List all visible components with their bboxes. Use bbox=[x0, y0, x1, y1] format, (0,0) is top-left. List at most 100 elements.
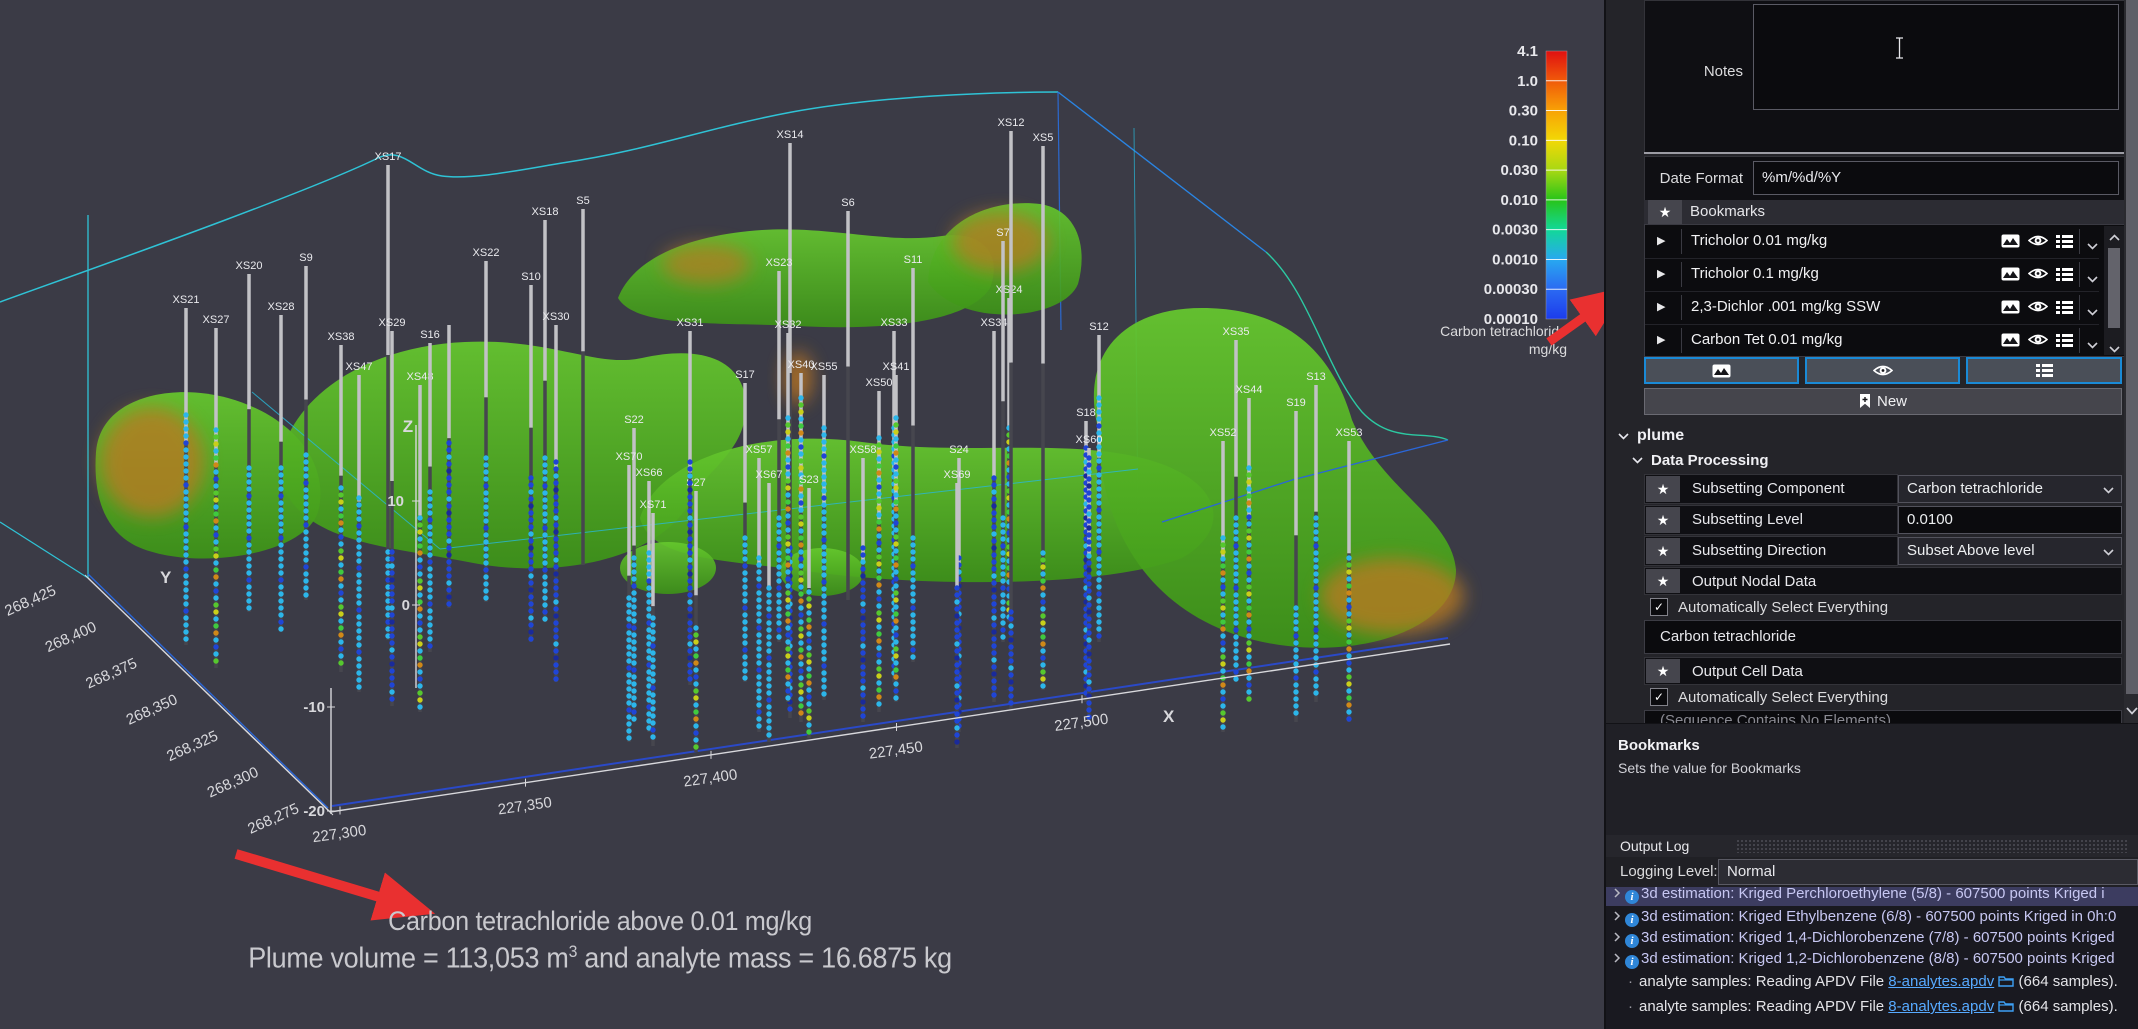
log-entry[interactable]: ·analyte samples: Reading APDV File 8-an… bbox=[1606, 994, 2138, 1019]
svg-text:S18: S18 bbox=[1076, 407, 1096, 419]
svg-text:XS67: XS67 bbox=[756, 469, 783, 481]
svg-text:XS14: XS14 bbox=[777, 129, 804, 141]
svg-text:S9: S9 bbox=[299, 252, 312, 264]
svg-text:0: 0 bbox=[402, 597, 410, 614]
panel-scrollbar-thumb[interactable] bbox=[2126, 0, 2138, 694]
application-window: XS21XS27XS20XS28S9XS38XS47XS17XS29XS48S1… bbox=[0, 0, 2138, 1029]
svg-text:-10: -10 bbox=[303, 699, 325, 716]
svg-text:-20: -20 bbox=[303, 803, 325, 820]
eye-icon[interactable] bbox=[2028, 234, 2048, 252]
scroll-up-icon[interactable] bbox=[2108, 228, 2120, 246]
log-entry[interactable]: i3d estimation: Kriged 1,4-Dichlorobenze… bbox=[1606, 927, 2138, 948]
svg-text:S24: S24 bbox=[949, 444, 969, 456]
svg-text:268,350: 268,350 bbox=[124, 691, 180, 729]
expand-icon[interactable]: ▶ bbox=[1657, 234, 1665, 247]
chevron-down-icon[interactable] bbox=[2087, 270, 2098, 288]
svg-text:XS28: XS28 bbox=[268, 301, 295, 313]
list-icon[interactable] bbox=[2056, 334, 2073, 352]
bookmark-item[interactable]: ▶Carbon Tet 0.01 mg/kg bbox=[1645, 324, 2099, 358]
section-plume[interactable]: plume bbox=[1618, 427, 1684, 445]
scroll-down-icon[interactable] bbox=[2108, 340, 2120, 358]
bookmark-item[interactable]: ▶Tricholor 0.01 mg/kg bbox=[1645, 225, 2099, 259]
log-file-link[interactable]: 8-analytes.apdv bbox=[1888, 973, 1994, 990]
bookmarks-header: ★ Bookmarks bbox=[1644, 200, 2124, 224]
chevron-down-icon[interactable] bbox=[2087, 237, 2098, 255]
star-icon[interactable]: ★ bbox=[1646, 569, 1680, 593]
log-entry[interactable]: i3d estimation: Kriged Perchloroethylene… bbox=[1606, 887, 2138, 906]
checkbox-icon[interactable]: ✓ bbox=[1650, 598, 1668, 616]
property-dropdown[interactable]: Carbon tetrachloride bbox=[1898, 475, 2122, 503]
expand-icon[interactable] bbox=[1614, 906, 1621, 927]
bookmark-item[interactable]: ▶2,3-Dichlor .001 mg/kg SSW bbox=[1645, 291, 2099, 325]
caption-line2: Plume volume = 113,053 m3 and analyte ma… bbox=[191, 942, 1009, 976]
info-icon: i bbox=[1625, 955, 1639, 969]
bookmarks-header-label: Bookmarks bbox=[1690, 203, 1765, 220]
expand-icon[interactable] bbox=[1614, 927, 1621, 948]
bookmark-list-scrollbar[interactable] bbox=[2104, 226, 2124, 355]
folder-icon[interactable] bbox=[1998, 975, 2014, 987]
list-icon[interactable] bbox=[2056, 235, 2073, 253]
help-text: Sets the value for Bookmarks bbox=[1618, 760, 1801, 776]
svg-text:XS58: XS58 bbox=[850, 444, 877, 456]
svg-text:XS29: XS29 bbox=[379, 317, 406, 329]
log-text-pre: analyte samples: Reading APDV File bbox=[1639, 998, 1888, 1015]
log-entry[interactable]: i3d estimation: Kriged Ethylbenzene (6/8… bbox=[1606, 906, 2138, 927]
eye-icon[interactable] bbox=[2028, 267, 2048, 285]
new-bookmark-button[interactable]: New bbox=[1644, 388, 2122, 415]
image-icon[interactable] bbox=[2001, 300, 2020, 319]
bookmark-item[interactable]: ▶Tricholor 0.1 mg/kg bbox=[1645, 258, 2099, 292]
property-dropdown[interactable]: Subset Above level bbox=[1898, 537, 2122, 565]
expand-icon[interactable] bbox=[1614, 948, 1621, 969]
help-title: Bookmarks bbox=[1618, 737, 1700, 754]
eye-icon[interactable] bbox=[2028, 300, 2048, 318]
svg-text:1.0: 1.0 bbox=[1517, 73, 1538, 90]
bookmark-view-button[interactable] bbox=[1805, 357, 1960, 384]
logging-level-value[interactable]: Normal bbox=[1718, 859, 2138, 885]
chevron-down-icon[interactable] bbox=[2087, 303, 2098, 321]
image-icon[interactable] bbox=[2001, 267, 2020, 286]
scrollbar-thumb[interactable] bbox=[2108, 248, 2120, 328]
checkbox-row[interactable]: ✓Automatically Select Everything bbox=[1650, 688, 1888, 706]
expand-icon[interactable]: ▶ bbox=[1657, 267, 1665, 280]
image-icon[interactable] bbox=[2001, 333, 2020, 352]
list-icon[interactable] bbox=[2056, 268, 2073, 286]
svg-text:XS20: XS20 bbox=[236, 260, 263, 272]
date-format-input[interactable]: %m/%d/%Y bbox=[1753, 161, 2119, 195]
bookmark-settings-button[interactable] bbox=[1966, 357, 2122, 384]
property-row: Carbon tetrachloride bbox=[1644, 620, 2122, 654]
image-icon[interactable] bbox=[2001, 234, 2020, 253]
empty-list[interactable]: (Sequence Contains No Elements) bbox=[1644, 710, 2122, 724]
3d-viewport[interactable]: XS21XS27XS20XS28S9XS38XS47XS17XS29XS48S1… bbox=[0, 0, 1604, 1029]
component-list[interactable]: Carbon tetrachloride bbox=[1644, 620, 2122, 654]
checkbox-icon[interactable]: ✓ bbox=[1650, 688, 1668, 706]
log-entry[interactable]: i3d estimation: Kriged 1,2-Dichlorobenze… bbox=[1606, 948, 2138, 969]
list-item[interactable]: Carbon tetrachloride bbox=[1660, 628, 1796, 645]
chevron-down-icon[interactable] bbox=[2087, 336, 2098, 354]
checkbox-row[interactable]: ✓ Automatically Select Everything bbox=[1650, 598, 1888, 616]
notes-textarea[interactable] bbox=[1753, 4, 2119, 110]
star-icon[interactable]: ★ bbox=[1646, 476, 1680, 502]
star-icon[interactable]: ★ bbox=[1648, 200, 1682, 224]
svg-text:XS57: XS57 bbox=[746, 444, 773, 456]
expand-icon[interactable]: ▶ bbox=[1657, 333, 1665, 346]
output-log-header[interactable]: Output Log bbox=[1606, 835, 2138, 857]
section-data-processing[interactable]: Data Processing bbox=[1632, 452, 1769, 469]
svg-text:4.1: 4.1 bbox=[1517, 43, 1538, 60]
list-icon[interactable] bbox=[2056, 301, 2073, 319]
star-icon[interactable]: ★ bbox=[1646, 659, 1680, 683]
expand-icon[interactable] bbox=[1614, 887, 1621, 904]
log-file-link[interactable]: 8-analytes.apdv bbox=[1888, 998, 1994, 1015]
folder-icon[interactable] bbox=[1998, 1000, 2014, 1012]
expand-icon[interactable]: ▶ bbox=[1657, 300, 1665, 313]
bookmark-image-button[interactable] bbox=[1644, 357, 1799, 384]
svg-text:0.00030: 0.00030 bbox=[1484, 281, 1538, 298]
panel-scroll-down-icon[interactable] bbox=[2126, 702, 2138, 720]
star-icon[interactable]: ★ bbox=[1646, 507, 1680, 533]
property-input[interactable]: 0.0100 bbox=[1898, 506, 2122, 534]
checkbox-label: Automatically Select Everything bbox=[1678, 599, 1888, 616]
star-icon[interactable]: ★ bbox=[1646, 538, 1680, 564]
svg-text:XS5: XS5 bbox=[1033, 132, 1054, 144]
panel-scrollbar[interactable] bbox=[2124, 0, 2138, 723]
log-entry[interactable]: ·analyte samples: Reading APDV File 8-an… bbox=[1606, 969, 2138, 994]
eye-icon[interactable] bbox=[2028, 333, 2048, 351]
